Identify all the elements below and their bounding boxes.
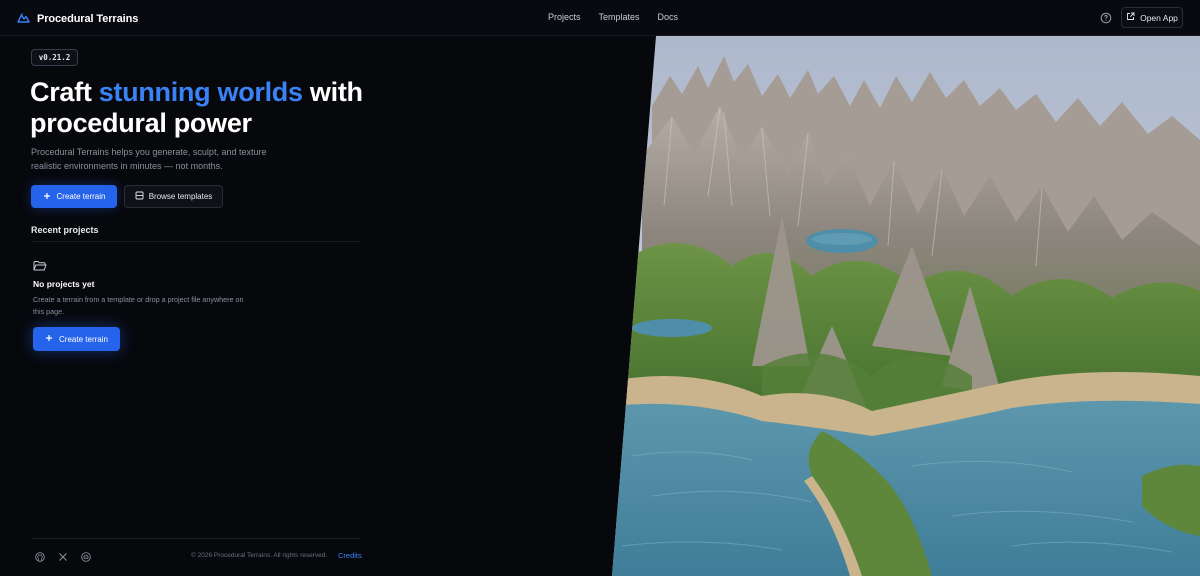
recent-divider	[31, 241, 361, 242]
social-links	[35, 549, 91, 562]
plus-icon	[45, 334, 53, 344]
hero-headline: Craft stunning worlds with procedural po…	[30, 77, 390, 139]
github-icon[interactable]	[35, 549, 45, 562]
version-badge: v0.21.2	[31, 49, 78, 66]
create-terrain-button[interactable]: Create terrain	[31, 185, 117, 208]
recent-projects-title: Recent projects	[31, 225, 99, 235]
discord-icon[interactable]	[81, 549, 91, 562]
plus-icon	[43, 192, 51, 202]
brand[interactable]: Procedural Terrains	[17, 10, 138, 28]
nav-templates[interactable]: Templates	[599, 12, 640, 22]
copyright-text: © 2026 Procedural Terrains. All rights r…	[191, 552, 328, 559]
help-circle-icon[interactable]	[1100, 11, 1112, 24]
nav-projects[interactable]: Projects	[548, 12, 581, 22]
hero-subtitle: Procedural Terrains helps you generate, …	[31, 147, 267, 171]
open-app-button[interactable]: Open App	[1121, 7, 1183, 28]
empty-create-terrain-label: Create terrain	[59, 334, 108, 344]
brand-name: Procedural Terrains	[37, 13, 139, 25]
browse-templates-button[interactable]: Browse templates	[124, 185, 223, 208]
terrain-preview	[612, 36, 1200, 576]
main-nav: Projects Templates Docs	[548, 12, 678, 22]
top-navigation-bar: Procedural Terrains Projects Templates D…	[0, 0, 1200, 36]
lagoon-left	[632, 319, 712, 337]
lake-highlight	[812, 233, 872, 245]
empty-state-description: Create a terrain from a template or drop…	[33, 295, 244, 316]
browse-templates-label: Browse templates	[148, 192, 213, 201]
folder-open-icon	[33, 259, 47, 277]
empty-create-terrain-button[interactable]: Create terrain	[33, 327, 120, 351]
x-icon[interactable]	[58, 549, 68, 561]
open-app-label: Open App	[1140, 12, 1178, 23]
terrain-illustration	[612, 36, 1200, 576]
templates-icon	[135, 191, 144, 202]
headline-accent: stunning worlds	[98, 77, 303, 107]
mountain-icon	[17, 10, 30, 28]
nav-docs[interactable]: Docs	[658, 12, 679, 22]
create-terrain-label: Create terrain	[56, 192, 106, 201]
external-link-icon	[1126, 12, 1135, 23]
empty-state-title: No projects yet	[33, 279, 95, 289]
headline-part-1: Craft	[30, 77, 99, 107]
credits-link[interactable]: Credits	[338, 551, 362, 560]
footer-divider	[31, 538, 361, 539]
